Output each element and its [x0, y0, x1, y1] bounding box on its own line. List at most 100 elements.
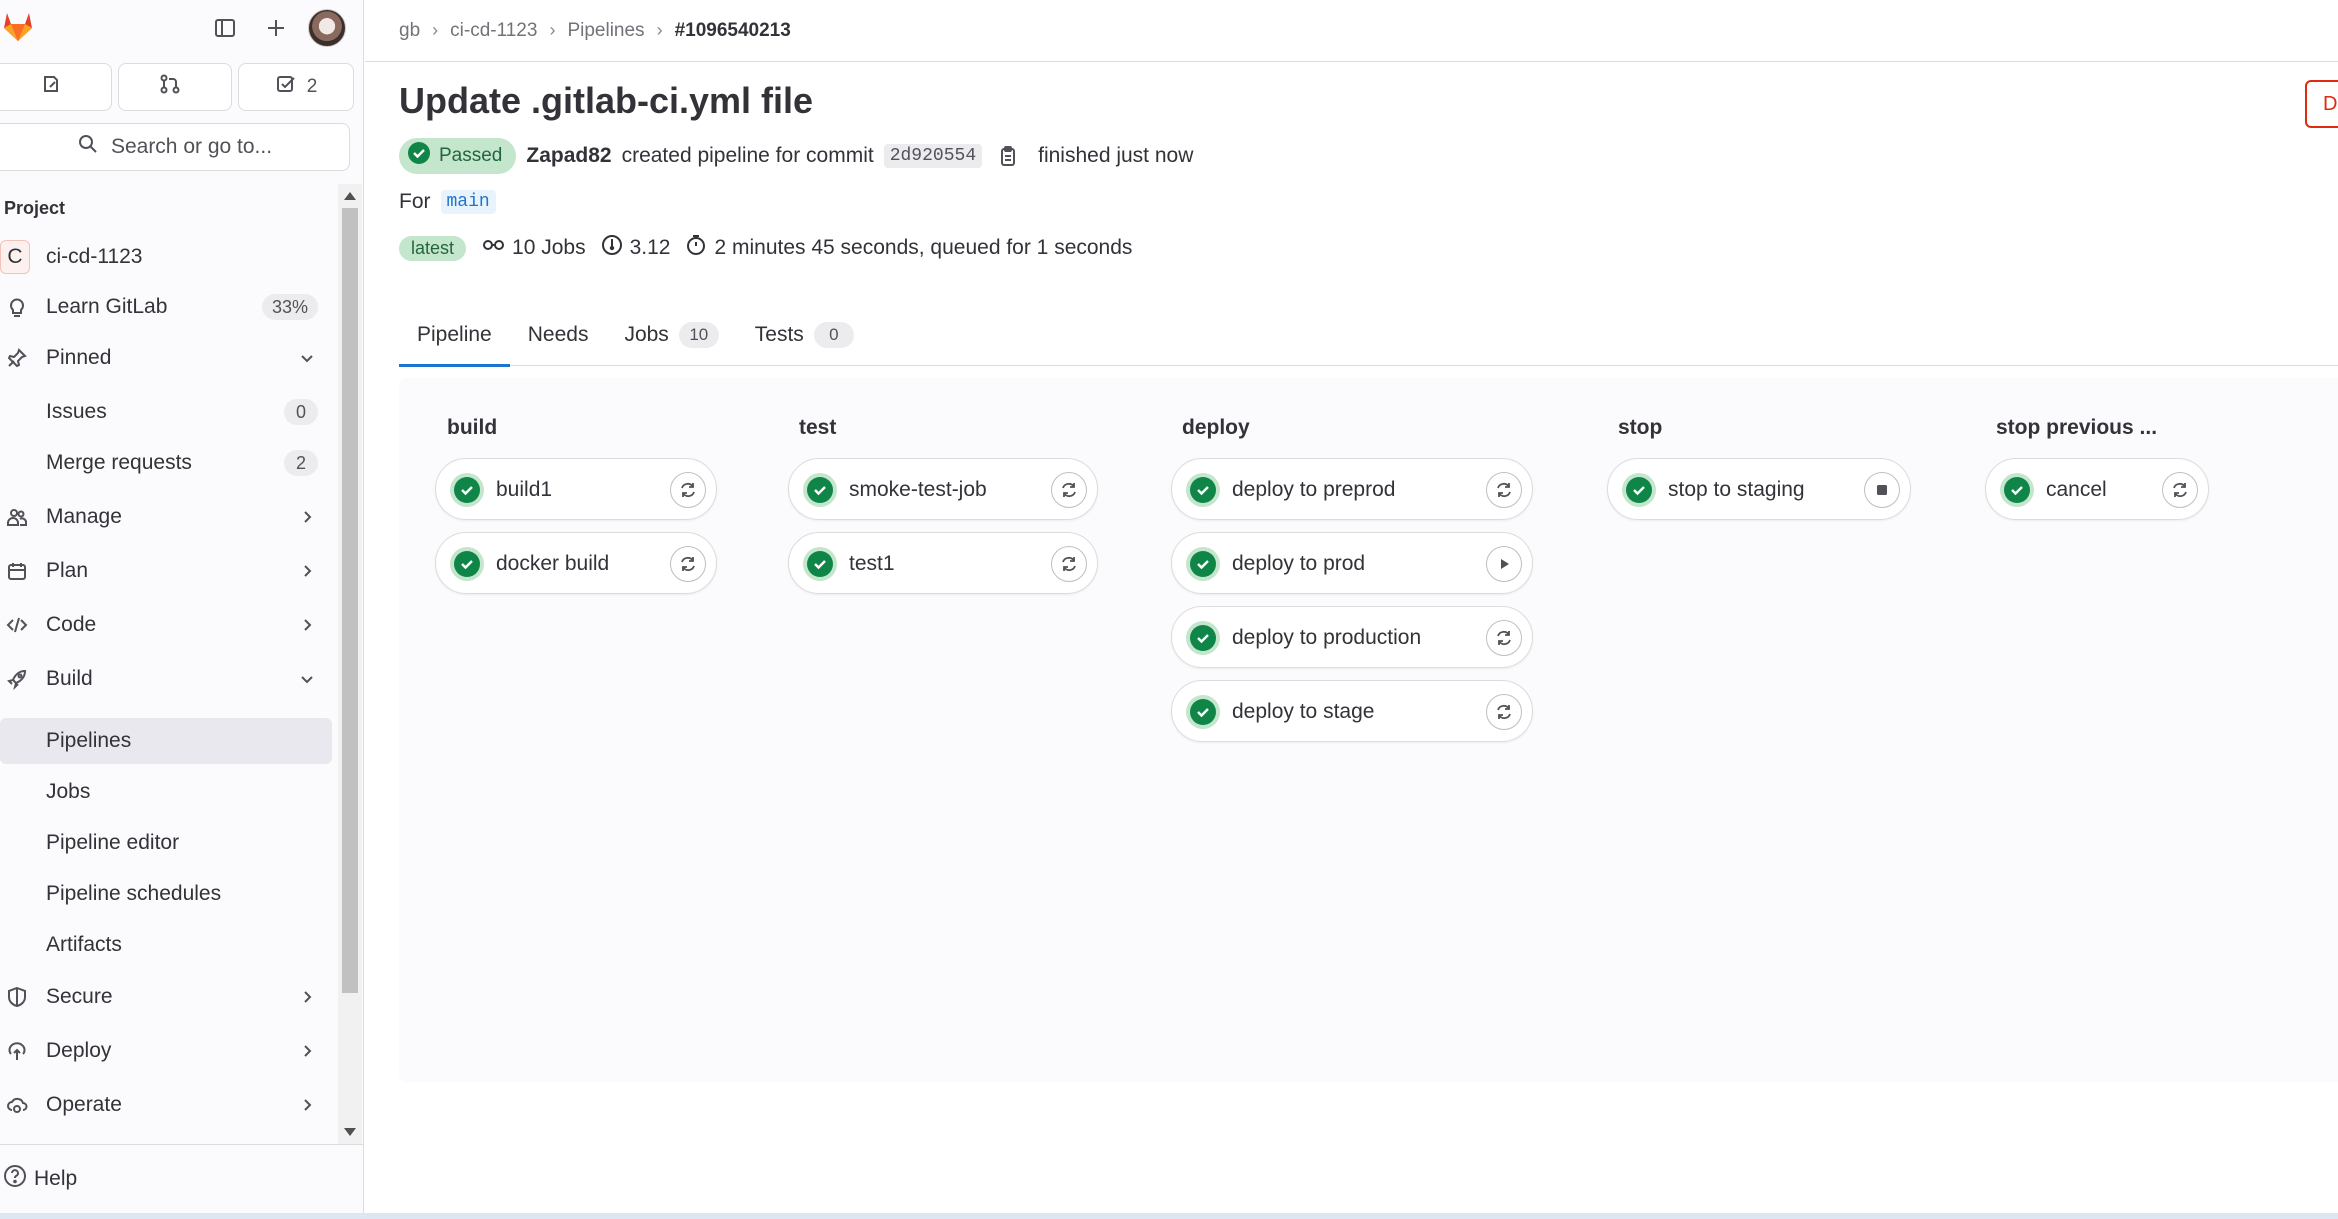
main-content: gb › ci-cd-1123 › Pipelines › #109654021… [365, 0, 2338, 1213]
sidebar-item-label: ci-cd-1123 [46, 245, 143, 268]
action-text: created pipeline for commit [621, 144, 874, 167]
job-cancel[interactable]: cancel [1985, 458, 2209, 520]
sidebar-item-jobs[interactable]: Jobs [0, 769, 332, 815]
chevron-down-icon [294, 666, 320, 692]
search-button[interactable]: Search or go to... [0, 123, 350, 171]
sidebar-item-deploy[interactable]: Deploy [0, 1028, 332, 1074]
scroll-up-arrow-icon[interactable] [344, 192, 356, 200]
status-success-icon [803, 473, 837, 507]
breadcrumb-current[interactable]: #1096540213 [675, 20, 791, 42]
retry-icon[interactable] [1486, 620, 1522, 656]
stop-icon[interactable] [1864, 472, 1900, 508]
sidebar: 2 Search or go to... Project C ci-cd-112… [0, 0, 364, 1213]
sidebar-item-code[interactable]: Code [0, 602, 332, 648]
sidebar-item-pinned[interactable]: Pinned [0, 335, 332, 381]
scrollbar-thumb[interactable] [342, 208, 358, 993]
sidebar-item-plan[interactable]: Plan [0, 548, 332, 594]
sidebar-item-project[interactable]: C ci-cd-1123 [0, 234, 332, 280]
section-title: Project [4, 198, 66, 218]
job-test1[interactable]: test1 [788, 532, 1098, 594]
retry-icon[interactable] [1486, 694, 1522, 730]
breadcrumb-project[interactable]: ci-cd-1123 [450, 20, 537, 42]
status-badge[interactable]: Passed [399, 138, 517, 174]
sidebar-item-label: Learn GitLab [46, 295, 168, 318]
job-build1[interactable]: build1 [435, 458, 717, 520]
help-button[interactable]: Help [0, 1144, 364, 1213]
sidebar-counters: 2 [0, 63, 364, 111]
retry-icon[interactable] [1486, 472, 1522, 508]
commit-sha-link[interactable]: 2d920554 [883, 144, 983, 168]
thumbtack-icon [4, 345, 30, 371]
merge-requests-counter-button[interactable] [118, 63, 232, 111]
job-name: stop to staging [1668, 478, 1805, 501]
project-avatar: C [0, 240, 30, 274]
retry-icon[interactable] [670, 546, 706, 582]
delete-button[interactable]: D [2305, 80, 2338, 128]
tab-jobs[interactable]: Jobs 10 [606, 304, 736, 366]
sidebar-item-label: Merge requests [46, 451, 192, 474]
retry-icon[interactable] [670, 472, 706, 508]
pipeline-tabs: Pipeline Needs Jobs 10 Tests 0 [399, 304, 2338, 367]
count-badge: 10 [678, 322, 719, 348]
sidebar-item-issues[interactable]: Issues 0 [0, 389, 332, 435]
plus-icon[interactable] [256, 10, 296, 46]
sidebar-item-build[interactable]: Build [0, 656, 332, 702]
window-bottom-edge [0, 1213, 2338, 1219]
timer-icon [684, 233, 708, 263]
pipeline-stats: latest 10 Jobs 3.12 2 minutes 45 seconds… [399, 232, 1138, 264]
job-deploy-to-prod[interactable]: deploy to prod [1171, 532, 1533, 594]
todo-count: 2 [306, 76, 318, 97]
issues-counter-button[interactable] [0, 63, 112, 111]
user-avatar[interactable] [308, 9, 346, 47]
pipeline-graph: build build1 docker build test smoke-tes… [399, 378, 2338, 1082]
sidebar-item-secure[interactable]: Secure [0, 974, 332, 1020]
scroll-down-arrow-icon[interactable] [344, 1128, 356, 1136]
branch-link[interactable]: main [440, 190, 496, 214]
status-success-icon [803, 547, 837, 581]
sidebar-item-pipeline-schedules[interactable]: Pipeline schedules [0, 871, 332, 917]
gitlab-logo-icon[interactable] [0, 8, 36, 44]
sidebar-scrollbar[interactable] [338, 184, 362, 1144]
breadcrumb-pipelines[interactable]: Pipelines [567, 20, 644, 42]
todo-icon [275, 73, 297, 101]
job-deploy-to-stage[interactable]: deploy to stage [1171, 680, 1533, 742]
sidebar-nav: Project C ci-cd-1123 Learn GitLab 33% Pi… [0, 184, 334, 1144]
sidebar-item-artifacts[interactable]: Artifacts [0, 922, 332, 968]
copy-icon[interactable] [996, 144, 1020, 168]
merge-request-icon [159, 73, 181, 101]
retry-icon[interactable] [1051, 472, 1087, 508]
calendar-icon [4, 558, 30, 584]
chevron-right-icon [294, 612, 320, 638]
retry-icon[interactable] [2162, 472, 2198, 508]
tab-tests[interactable]: Tests 0 [737, 304, 872, 366]
sidebar-item-manage[interactable]: Manage [0, 494, 332, 540]
job-smoke-test-job[interactable]: smoke-test-job [788, 458, 1098, 520]
status-success-icon [1186, 621, 1220, 655]
job-stop-to-staging[interactable]: stop to staging [1607, 458, 1911, 520]
code-icon [4, 612, 30, 638]
sidebar-item-learn-gitlab[interactable]: Learn GitLab 33% [0, 284, 332, 330]
sidebar-item-label: Jobs [46, 780, 91, 803]
retry-icon[interactable] [1051, 546, 1087, 582]
help-label: Help [34, 1167, 78, 1190]
job-docker-build[interactable]: docker build [435, 532, 717, 594]
sidebar-item-merge-requests[interactable]: Merge requests 2 [0, 440, 332, 486]
author-link[interactable]: Zapad82 [526, 144, 611, 168]
job-deploy-to-production[interactable]: deploy to production [1171, 606, 1533, 668]
stage-title: stop [1618, 416, 1663, 439]
collapse-sidebar-icon[interactable] [205, 10, 245, 46]
todos-counter-button[interactable]: 2 [238, 63, 354, 111]
sidebar-item-label: Deploy [46, 1039, 112, 1062]
sidebar-item-pipeline-editor[interactable]: Pipeline editor [0, 820, 332, 866]
deploy-icon [4, 1038, 30, 1064]
sidebar-item-operate[interactable]: Operate [0, 1082, 332, 1128]
sidebar-item-pipelines[interactable]: Pipelines [0, 718, 332, 764]
sidebar-header [0, 0, 364, 55]
tab-pipeline[interactable]: Pipeline [399, 304, 510, 367]
tab-needs[interactable]: Needs [510, 304, 607, 366]
play-icon[interactable] [1486, 546, 1522, 582]
sidebar-item-label: Artifacts [46, 933, 122, 956]
job-deploy-to-preprod[interactable]: deploy to preprod [1171, 458, 1533, 520]
sidebar-item-label: Pipeline schedules [46, 882, 222, 905]
breadcrumb-group[interactable]: gb [399, 20, 420, 42]
